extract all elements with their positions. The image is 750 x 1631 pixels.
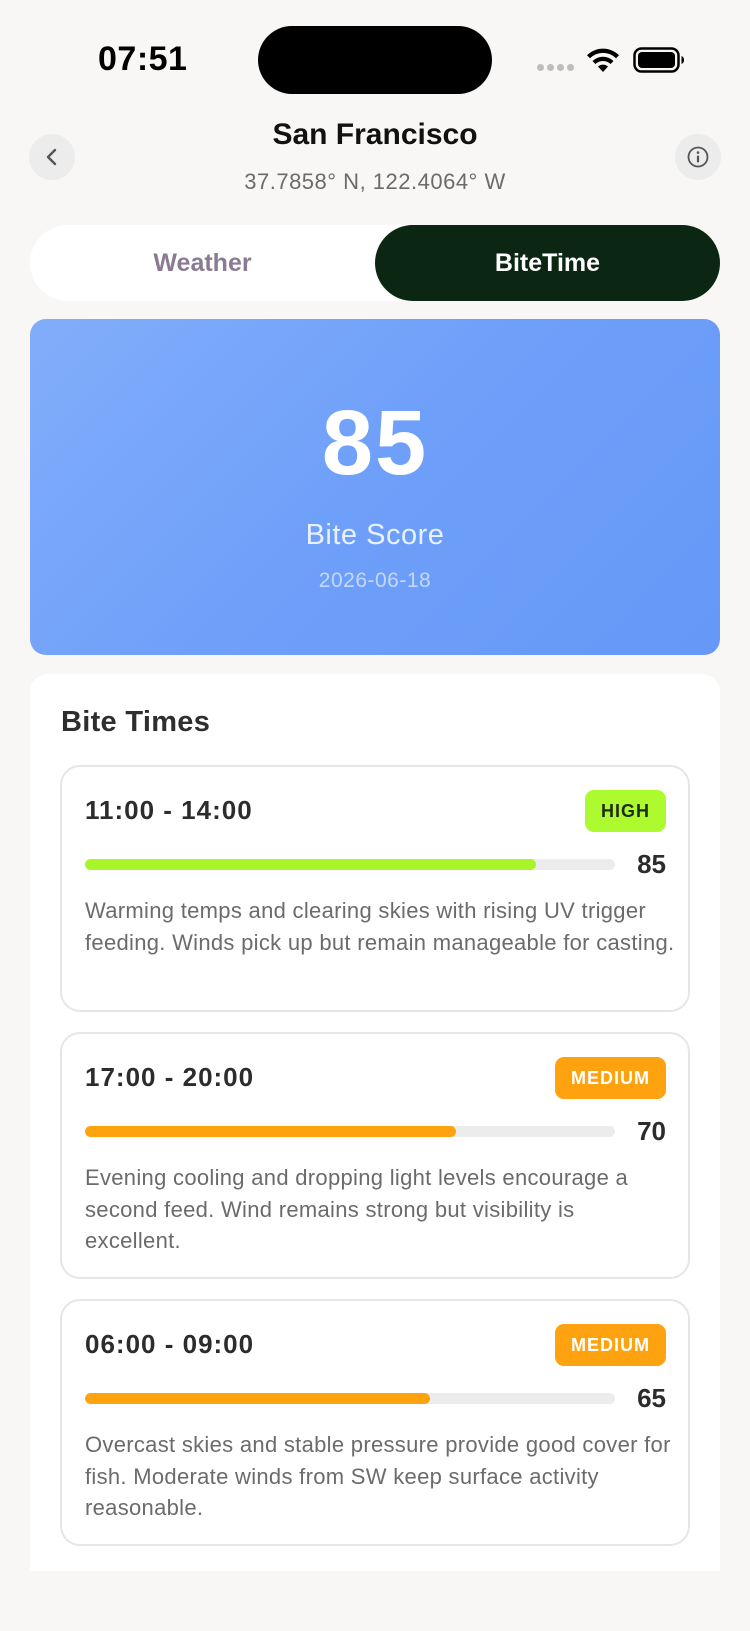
bite-time-range: 11:00 - 14:00 xyxy=(85,795,253,825)
score-progress-fill xyxy=(85,859,536,870)
bite-time-description: Overcast skies and stable pressure provi… xyxy=(85,1432,671,1520)
info-button[interactable] xyxy=(675,134,721,180)
cellular-signal-icon xyxy=(537,64,575,74)
tab-weather[interactable]: Weather xyxy=(30,225,375,301)
segmented-tabs: Weather BiteTime xyxy=(30,225,720,301)
bite-time-description: Warming temps and clearing skies with ri… xyxy=(85,898,675,955)
status-bar: 07:51 xyxy=(0,0,750,120)
bite-score-card: 85 Bite Score 2026-06-18 xyxy=(30,319,720,655)
score-progress-fill xyxy=(85,1393,430,1404)
bite-times-panel: Bite Times 11:00 - 14:00 HIGH 85 Warming… xyxy=(30,674,720,1571)
level-badge: HIGH xyxy=(585,790,666,832)
bite-time-range: 17:00 - 20:00 xyxy=(85,1062,255,1092)
level-badge: MEDIUM xyxy=(555,1057,666,1099)
score-progress-track xyxy=(85,1126,615,1137)
score-progress-track xyxy=(85,859,615,870)
page-title: San Francisco xyxy=(272,118,478,151)
bite-time-card[interactable]: 06:00 - 09:00 MEDIUM 65 Overcast skies a… xyxy=(60,1299,690,1546)
bite-score-label: Bite Score xyxy=(305,519,445,551)
coordinates-text: 37.7858° N, 122.4064° W xyxy=(244,169,506,194)
score-progress-fill xyxy=(85,1126,456,1137)
bite-score-date: 2026-06-18 xyxy=(318,569,432,592)
bite-score-value: 85 xyxy=(321,392,429,494)
bite-time-score: 85 xyxy=(637,849,666,879)
bite-time-card[interactable]: 11:00 - 14:00 HIGH 85 Warming temps and … xyxy=(60,765,690,1012)
battery-icon xyxy=(633,47,684,73)
bite-time-description: Evening cooling and dropping light level… xyxy=(85,1165,629,1253)
score-progress-track xyxy=(85,1393,615,1404)
dynamic-island xyxy=(258,26,492,94)
status-time: 07:51 xyxy=(98,40,188,78)
bite-time-score: 70 xyxy=(637,1116,666,1146)
wifi-icon xyxy=(587,48,619,72)
info-icon xyxy=(687,146,709,168)
bite-time-range: 06:00 - 09:00 xyxy=(85,1329,255,1359)
bite-time-score: 65 xyxy=(637,1383,666,1413)
bite-time-card[interactable]: 17:00 - 20:00 MEDIUM 70 Evening cooling … xyxy=(60,1032,690,1279)
level-badge: MEDIUM xyxy=(555,1324,666,1366)
section-title: Bite Times xyxy=(61,706,211,738)
tab-bitetime[interactable]: BiteTime xyxy=(375,225,720,301)
